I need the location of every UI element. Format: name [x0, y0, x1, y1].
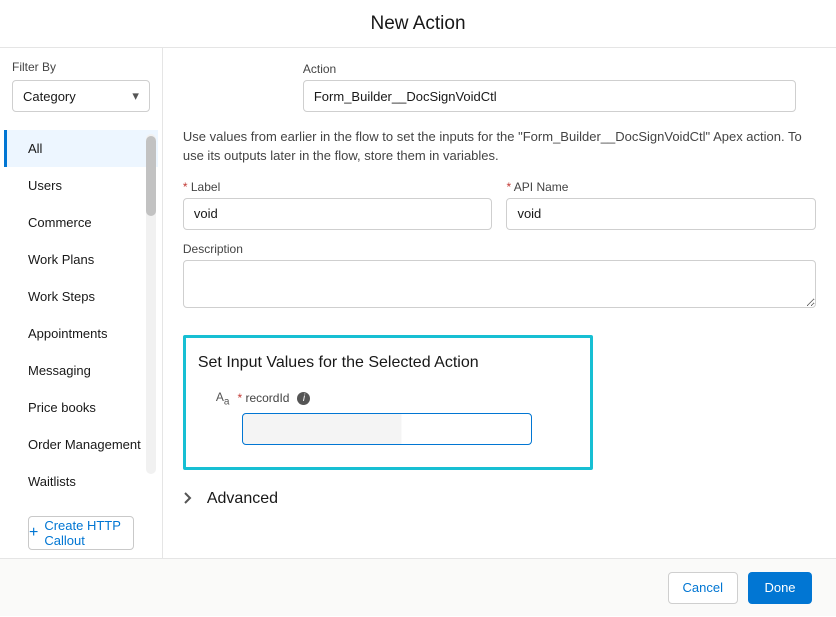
modal-header: New Action — [0, 0, 836, 48]
filter-sidebar: Filter By Category ▾ All Users Commerce … — [0, 48, 163, 558]
action-field-block: Action — [183, 62, 816, 112]
description-label: Description — [183, 242, 816, 256]
action-label: Action — [303, 62, 796, 76]
category-list: All Users Commerce Work Plans Work Steps… — [4, 130, 158, 506]
plus-icon: + — [29, 525, 38, 541]
modal-footer: Cancel Done — [0, 558, 836, 616]
category-item-work-plans[interactable]: Work Plans — [4, 241, 158, 278]
label-field: Label — [183, 180, 493, 230]
api-name-field: API Name — [506, 180, 816, 230]
recordid-row: Aa recordId i — [198, 390, 572, 407]
api-name-label: API Name — [506, 180, 816, 194]
action-input[interactable] — [303, 80, 796, 112]
category-item-appointments[interactable]: Appointments — [4, 315, 158, 352]
category-list-container: All Users Commerce Work Plans Work Steps… — [4, 130, 158, 506]
api-name-input[interactable] — [506, 198, 816, 230]
label-label: Label — [183, 180, 493, 194]
create-http-callout-label: Create HTTP Callout — [44, 518, 133, 548]
label-api-row: Label API Name — [183, 180, 816, 230]
label-input[interactable] — [183, 198, 493, 230]
category-item-all[interactable]: All — [4, 130, 158, 167]
category-item-order-management[interactable]: Order Management — [4, 426, 158, 463]
category-item-messaging[interactable]: Messaging — [4, 352, 158, 389]
filter-by-select[interactable]: Category ▾ — [12, 80, 150, 112]
scrollbar-thumb[interactable] — [146, 136, 156, 216]
advanced-label: Advanced — [207, 490, 278, 508]
create-http-callout-button[interactable]: + Create HTTP Callout — [28, 516, 134, 550]
chevron-right-icon — [183, 491, 197, 508]
main-panel: Action Use values from earlier in the fl… — [163, 48, 836, 558]
category-item-commerce[interactable]: Commerce — [4, 204, 158, 241]
set-input-values-section: Set Input Values for the Selected Action… — [183, 335, 593, 470]
chevron-down-icon: ▾ — [132, 88, 139, 104]
description-field: Description — [183, 242, 816, 311]
recordid-input[interactable] — [242, 413, 532, 445]
filter-by-label: Filter By — [12, 60, 158, 74]
text-type-icon: Aa — [216, 390, 230, 407]
cancel-button[interactable]: Cancel — [668, 572, 738, 604]
category-item-users[interactable]: Users — [4, 167, 158, 204]
help-text: Use values from earlier in the flow to s… — [183, 128, 816, 166]
category-item-waitlists[interactable]: Waitlists — [4, 463, 158, 500]
input-values-title: Set Input Values for the Selected Action — [198, 354, 572, 372]
done-button[interactable]: Done — [748, 572, 812, 604]
modal-body: Filter By Category ▾ All Users Commerce … — [0, 48, 836, 558]
advanced-toggle[interactable]: Advanced — [183, 490, 816, 508]
description-input[interactable] — [183, 260, 816, 308]
category-item-work-steps[interactable]: Work Steps — [4, 278, 158, 315]
filter-by-value: Category — [23, 89, 76, 104]
info-icon[interactable]: i — [297, 392, 310, 405]
recordid-label: recordId — [237, 391, 289, 405]
modal-title: New Action — [370, 13, 465, 35]
category-item-price-books[interactable]: Price books — [4, 389, 158, 426]
